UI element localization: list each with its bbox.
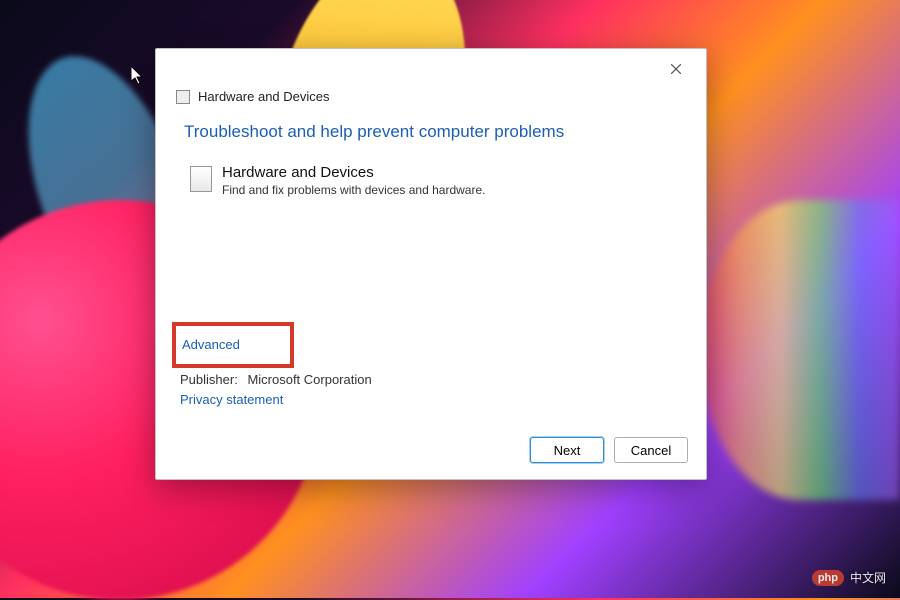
- watermark-text: 中文网: [850, 569, 886, 586]
- dialog-content: Troubleshoot and help prevent computer p…: [156, 112, 706, 322]
- devices-description: Find and fix problems with devices and h…: [222, 183, 485, 197]
- troubleshooter-dialog: Hardware and Devices Troubleshoot and he…: [155, 48, 707, 480]
- next-button[interactable]: Next: [530, 437, 604, 463]
- privacy-statement-link[interactable]: Privacy statement: [180, 392, 283, 407]
- advanced-link[interactable]: Advanced: [182, 337, 240, 352]
- privacy-row: Privacy statement: [180, 391, 678, 409]
- publisher-value: Microsoft Corporation: [247, 372, 371, 387]
- publisher-row: Publisher: Microsoft Corporation: [180, 372, 678, 387]
- watermark-badge: php: [812, 570, 844, 586]
- cancel-button[interactable]: Cancel: [614, 437, 688, 463]
- devices-icon: [190, 166, 212, 192]
- mouse-cursor-icon: [131, 66, 147, 86]
- close-icon: [671, 64, 681, 74]
- advanced-highlight-box: Advanced: [172, 322, 294, 368]
- close-button[interactable]: [656, 54, 696, 84]
- devices-title: Hardware and Devices: [222, 164, 485, 181]
- background-rainbow-shape: [700, 200, 900, 500]
- button-row: Next Cancel: [156, 423, 706, 479]
- devices-text-block: Hardware and Devices Find and fix proble…: [222, 164, 485, 197]
- footer-links: Advanced Publisher: Microsoft Corporatio…: [156, 322, 706, 423]
- titlebar: [156, 49, 706, 89]
- hardware-icon: [176, 90, 190, 104]
- dialog-heading: Troubleshoot and help prevent computer p…: [184, 122, 678, 142]
- devices-section: Hardware and Devices Find and fix proble…: [190, 164, 678, 197]
- watermark: php 中文网: [812, 569, 886, 586]
- publisher-label: Publisher:: [180, 372, 238, 387]
- dialog-header: Hardware and Devices: [156, 89, 706, 112]
- dialog-header-title: Hardware and Devices: [198, 89, 330, 104]
